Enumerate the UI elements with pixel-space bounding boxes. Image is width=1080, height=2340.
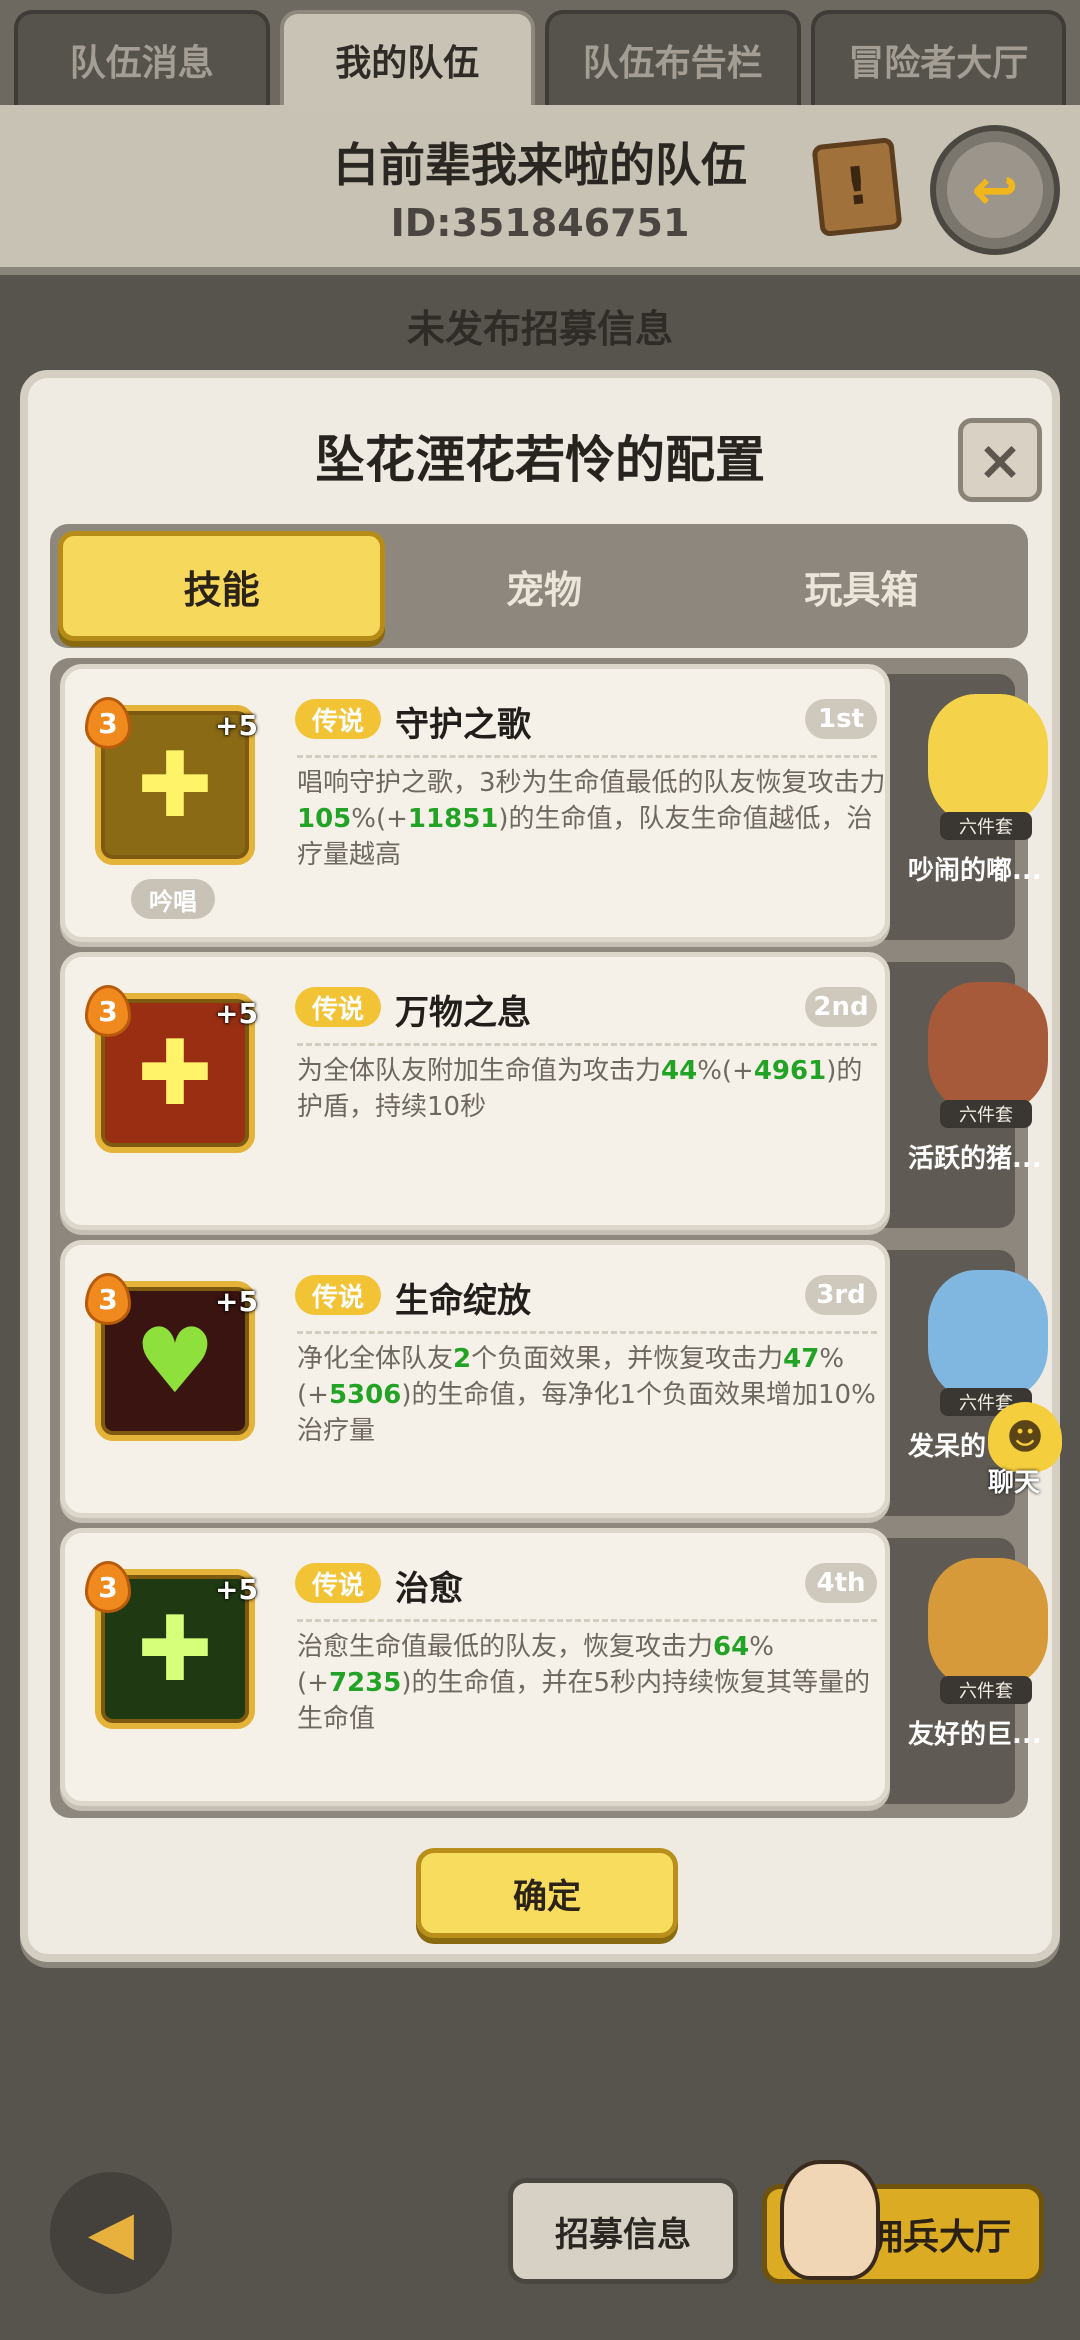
divider xyxy=(297,1331,877,1334)
team-header: 白前辈我来啦的队伍 ID:351846751 ! ↩ xyxy=(0,105,1080,275)
skill-row: 六件套 吵闹的嘟... ✚ 3 +5 吟唱 传说 守护之歌 1st 唱响守护之歌… xyxy=(60,664,1048,942)
close-button[interactable]: × xyxy=(958,418,1042,502)
skill-row: 六件套 活跃的猪... ✚ 3 +5 传说 万物之息 2nd 为全体队友附加生命… xyxy=(60,952,1048,1230)
divider xyxy=(297,755,877,758)
skill-card[interactable]: ♥ 3 +5 传说 生命绽放 3rd 净化全体队友2个负面效果，并恢复攻击力47… xyxy=(60,1240,890,1518)
divider xyxy=(297,1043,877,1046)
config-tab-bar: 技能 宠物 玩具箱 xyxy=(50,524,1028,648)
scroll-icon[interactable]: ! xyxy=(811,136,903,238)
recruit-info-button[interactable]: 招募信息 xyxy=(508,2178,738,2284)
tab-adventurer-hall[interactable]: 冒险者大厅 xyxy=(810,10,1066,105)
skill-card[interactable]: ✚ 3 +5 传说 万物之息 2nd 为全体队友附加生命值为攻击力44%(+49… xyxy=(60,952,890,1230)
skill-card[interactable]: ✚ 3 +5 吟唱 传说 守护之歌 1st 唱响守护之歌，3秒为生命值最低的队友… xyxy=(60,664,890,942)
modal-title: 坠花湮花若怜的配置 xyxy=(315,431,765,489)
confirm-button[interactable]: 确定 xyxy=(416,1848,678,1938)
skill-name: 守护之歌 xyxy=(395,705,531,745)
tab-skills[interactable]: 技能 xyxy=(58,531,386,641)
rarity-badge: 传说 xyxy=(295,1563,381,1603)
skill-name: 生命绽放 xyxy=(395,1281,531,1321)
skill-name: 治愈 xyxy=(395,1569,463,1609)
tab-my-team[interactable]: 我的队伍 xyxy=(279,10,535,105)
team-name: 白前辈我来啦的队伍 xyxy=(333,138,747,192)
top-tab-bar: 队伍消息 我的队伍 队伍布告栏 冒险者大厅 xyxy=(0,0,1080,105)
skill-description: 唱响守护之歌，3秒为生命值最低的队友恢复攻击力105%(+11851)的生命值，… xyxy=(297,768,886,870)
enhance-badge: +5 xyxy=(215,997,258,1030)
tab-pets[interactable]: 宠物 xyxy=(385,531,702,641)
back-arrow-icon[interactable]: ◀ xyxy=(50,2172,172,2294)
skill-row: 六件套 发呆的 ♥ 3 +5 传说 生命绽放 3rd 净化全体队友2个负面效果，… xyxy=(60,1240,1048,1518)
skill-description: 治愈生命值最低的队友，恢复攻击力64%(+7235)的生命值，并在5秒内持续恢复… xyxy=(297,1632,870,1734)
pet-set-badge: 六件套 xyxy=(940,812,1032,840)
rarity-badge: 传说 xyxy=(295,1275,381,1315)
rarity-badge: 传说 xyxy=(295,699,381,739)
mercenary-avatar xyxy=(780,2160,880,2280)
pet-boar-icon xyxy=(928,982,1048,1112)
skill-row: 六件套 友好的巨... ✚ 3 +5 传说 治愈 4th 治愈生命值最低的队友，… xyxy=(60,1528,1048,1806)
skill-name: 万物之息 xyxy=(395,993,531,1033)
chant-tag: 吟唱 xyxy=(131,879,215,919)
pet-set-badge: 六件套 xyxy=(940,1676,1032,1704)
rarity-badge: 传说 xyxy=(295,987,381,1027)
pet-ram-icon xyxy=(928,1270,1048,1400)
pet-giant-icon xyxy=(928,1558,1048,1688)
skill-card[interactable]: ✚ 3 +5 传说 治愈 4th 治愈生命值最低的队友，恢复攻击力64%(+72… xyxy=(60,1528,890,1806)
divider xyxy=(297,1619,877,1622)
tab-toybox[interactable]: 玩具箱 xyxy=(703,531,1020,641)
tab-team-board[interactable]: 队伍布告栏 xyxy=(545,10,801,105)
exit-icon[interactable]: ↩ xyxy=(930,125,1060,255)
rank-badge: 1st xyxy=(805,699,877,739)
skill-list[interactable]: 六件套 吵闹的嘟... ✚ 3 +5 吟唱 传说 守护之歌 1st 唱响守护之歌… xyxy=(50,658,1048,1818)
pet-name: 吵闹的嘟... xyxy=(908,856,1042,886)
skill-description: 净化全体队友2个负面效果，并恢复攻击力47%(+5306)的生命值，每净化1个负… xyxy=(297,1344,876,1446)
tab-team-messages[interactable]: 队伍消息 xyxy=(14,10,270,105)
recruit-status-text: 未发布招募信息 xyxy=(406,307,673,351)
enhance-badge: +5 xyxy=(215,1285,258,1318)
enhance-badge: +5 xyxy=(215,1573,258,1606)
rank-badge: 4th xyxy=(805,1563,877,1603)
skill-description: 为全体队友附加生命值为攻击力44%(+4961)的护盾，持续10秒 xyxy=(297,1056,863,1122)
pet-bird-icon xyxy=(928,694,1048,824)
rank-badge: 2nd xyxy=(805,987,877,1027)
config-modal: 坠花湮花若怜的配置 × 技能 宠物 玩具箱 六件套 吵闹的嘟... ✚ 3 +5… xyxy=(20,370,1060,1962)
exit-arrow-icon: ↩ xyxy=(947,142,1043,238)
rank-badge: 3rd xyxy=(805,1275,877,1315)
chat-label[interactable]: 聊天 xyxy=(974,1462,1054,1499)
pet-name: 友好的巨... xyxy=(908,1720,1042,1750)
pet-set-badge: 六件套 xyxy=(940,1100,1032,1128)
enhance-badge: +5 xyxy=(215,709,258,742)
pet-name: 活跃的猪... xyxy=(908,1144,1042,1174)
team-id: ID:351846751 xyxy=(390,201,690,245)
